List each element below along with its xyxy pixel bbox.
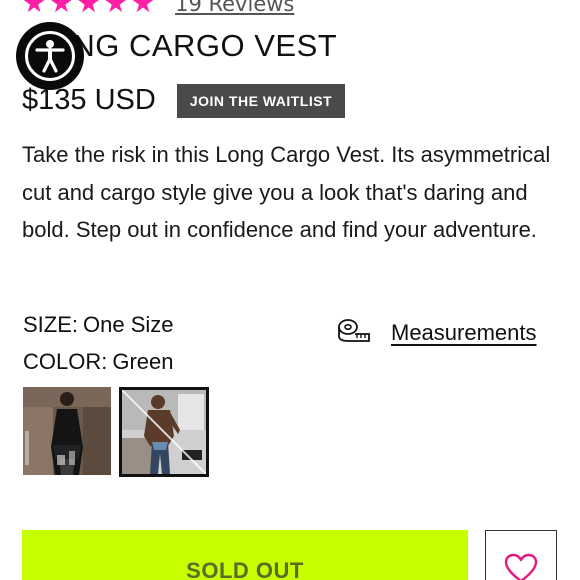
star-icon: ★ <box>130 0 156 19</box>
product-page: ★ ★ ★ ★ ★ 19 Reviews LONG CARGO VEST $13… <box>0 0 580 580</box>
color-value: Green <box>112 349 174 374</box>
accessibility-button[interactable] <box>16 22 84 90</box>
star-icon: ★ <box>76 0 101 19</box>
accessibility-icon <box>25 31 75 81</box>
star-icon: ★ <box>49 0 74 19</box>
heart-icon <box>504 553 538 580</box>
star-icon: ★ <box>22 0 47 19</box>
product-thumbnail[interactable] <box>23 387 111 475</box>
rating-row: ★ ★ ★ ★ ★ 19 Reviews <box>22 0 294 17</box>
measurements-label: Measurements <box>391 320 537 345</box>
measurements-link[interactable]: Measurements <box>337 318 537 348</box>
reviews-link[interactable]: 19 Reviews <box>175 0 294 16</box>
wishlist-button[interactable] <box>485 530 557 580</box>
color-label: COLOR: <box>23 349 108 374</box>
color-option: COLOR: Green <box>23 349 174 375</box>
size-option: SIZE: One Size <box>23 312 174 338</box>
size-label: SIZE: <box>23 312 79 337</box>
star-rating: ★ ★ ★ ★ ★ <box>22 0 155 17</box>
tape-measure-icon <box>337 318 371 348</box>
join-waitlist-button[interactable]: JOIN THE WAITLIST <box>177 84 345 118</box>
size-value: One Size <box>83 312 174 337</box>
product-thumbnail-selected[interactable] <box>119 387 209 477</box>
sold-out-button[interactable]: SOLD OUT <box>22 530 468 580</box>
star-icon: ★ <box>103 0 128 19</box>
product-description: Take the risk in this Long Cargo Vest. I… <box>22 142 551 242</box>
